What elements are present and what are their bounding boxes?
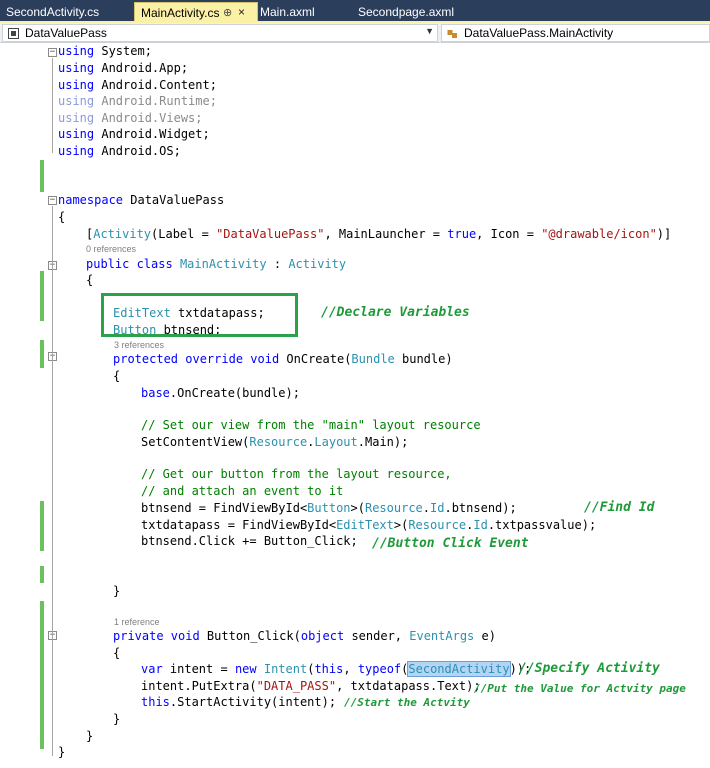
- type-dropdown[interactable]: DataValuePass.MainActivity: [441, 24, 710, 42]
- tab-label: Secondpage.axml: [358, 5, 455, 19]
- code-comment: // Get our button from the layout resour…: [141, 467, 452, 481]
- code-line: using Android.Widget;: [58, 127, 210, 141]
- code-line: {: [113, 646, 121, 660]
- collapse-toggle[interactable]: −: [48, 196, 57, 205]
- change-marker: [40, 340, 44, 368]
- code-line: base.OnCreate(bundle);: [141, 386, 300, 400]
- tab-secondpage-axml[interactable]: Secondpage.axml: [352, 2, 460, 22]
- code-line: using Android.App;: [58, 61, 189, 75]
- annotation-find-id: //Find Id: [584, 500, 655, 515]
- project-dropdown[interactable]: DataValuePass ▼: [2, 24, 438, 42]
- code-line: var intent = new Intent(this, typeof(Sec…: [141, 661, 532, 677]
- annotation-start-activity: //Start the Actvity: [344, 696, 470, 709]
- annotation-specify-activity: //Specify Activity: [519, 661, 660, 676]
- code-line: public class MainActivity : Activity: [86, 257, 347, 271]
- code-line: }: [86, 729, 94, 743]
- code-line: namespace DataValuePass: [58, 193, 225, 207]
- change-marker: [40, 601, 44, 749]
- outline-guide: [52, 58, 53, 153]
- tab-label: MainActivity.cs: [141, 6, 220, 20]
- pin-tab-icon[interactable]: ⊕: [223, 6, 232, 19]
- change-marker: [40, 271, 44, 321]
- class-icon: [447, 30, 457, 38]
- tab-main-activity-cs[interactable]: MainActivity.cs ⊕ ×: [134, 2, 258, 22]
- code-comment: // Set our view from the "main" layout r…: [141, 418, 481, 432]
- change-marker: [40, 501, 44, 551]
- chevron-down-icon: ▼: [425, 26, 434, 36]
- code-line: using Android.Runtime;: [58, 94, 217, 108]
- code-line: private void Button_Click(object sender,…: [113, 629, 496, 643]
- project-dropdown-value: DataValuePass: [25, 26, 107, 40]
- codelens-references[interactable]: 3 references: [114, 340, 164, 350]
- tab-label: SecondActivity.cs: [6, 5, 100, 19]
- code-line: using Android.Views;: [58, 111, 203, 125]
- highlight-box: [101, 293, 298, 337]
- code-line: [Activity(Label = "DataValuePass", MainL…: [86, 227, 672, 241]
- code-line: {: [113, 369, 121, 383]
- change-marker: [40, 160, 44, 192]
- code-line: txtdatapass = FindViewById<EditText>(Res…: [141, 518, 597, 532]
- code-line: }: [58, 745, 66, 759]
- close-tab-icon[interactable]: ×: [238, 5, 245, 19]
- codelens-references[interactable]: 1 reference: [114, 617, 160, 627]
- code-line: this.StartActivity(intent);: [141, 695, 337, 709]
- code-line: }: [113, 584, 121, 598]
- code-line: {: [58, 210, 66, 224]
- type-dropdown-value: DataValuePass.MainActivity: [464, 26, 614, 40]
- code-line: using Android.OS;: [58, 144, 181, 158]
- code-line: btnsend.Click += Button_Click;: [141, 534, 358, 548]
- code-line: btnsend = FindViewById<Button>(Resource.…: [141, 501, 517, 515]
- outline-guide: [52, 206, 53, 756]
- codelens-references[interactable]: 0 references: [86, 244, 136, 254]
- annotation-declare: //Declare Variables: [321, 305, 470, 320]
- code-line: SetContentView(Resource.Layout.Main);: [141, 435, 409, 449]
- code-line: intent.PutExtra("DATA_PASS", txtdatapass…: [141, 679, 481, 693]
- annotation-button-click-event: //Button Click Event: [372, 536, 529, 551]
- navigation-bar: DataValuePass ▼ DataValuePass.MainActivi…: [0, 23, 710, 43]
- code-comment: // and attach an event to it: [141, 484, 344, 498]
- code-line: }: [113, 712, 121, 726]
- change-marker: [40, 566, 44, 583]
- code-line: using Android.Content;: [58, 78, 217, 92]
- tab-main-axml[interactable]: Main.axml: [254, 2, 321, 22]
- annotation-put-value: //Put the Value for Actvity page: [474, 682, 686, 695]
- tab-second-activity-cs[interactable]: SecondActivity.cs: [0, 2, 105, 22]
- document-tab-bar: SecondActivity.cs MainActivity.cs ⊕ × Ma…: [0, 0, 710, 22]
- code-line: using System;: [58, 44, 152, 58]
- csharp-project-icon: [8, 28, 19, 39]
- code-line: {: [86, 273, 94, 287]
- tab-label: Main.axml: [260, 5, 315, 19]
- collapse-toggle[interactable]: −: [48, 48, 57, 57]
- code-line: protected override void OnCreate(Bundle …: [113, 352, 453, 366]
- code-editor[interactable]: − − − − − using System; using Android.Ap…: [0, 43, 710, 768]
